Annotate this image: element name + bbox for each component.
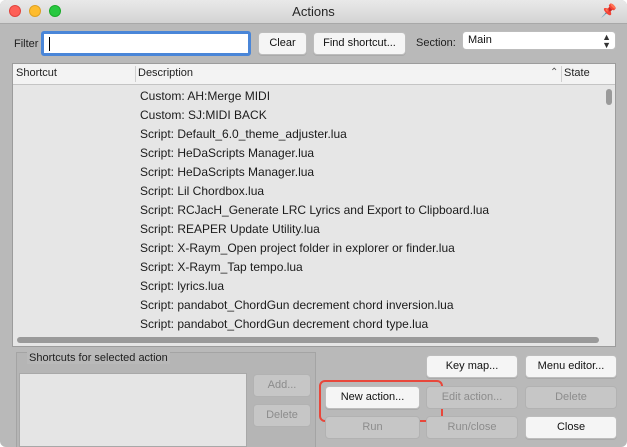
list-item[interactable]: Script: pandabot_ChordGun decrement chor…: [140, 298, 454, 312]
chevron-updown-icon: ▲ ▼: [602, 32, 611, 50]
close-button[interactable]: Close: [525, 416, 617, 439]
text-caret: [49, 37, 50, 51]
vertical-scrollbar[interactable]: [603, 85, 615, 327]
column-divider[interactable]: [135, 66, 136, 82]
list-item[interactable]: Custom: SJ:MIDI BACK: [140, 108, 267, 122]
list-item[interactable]: Script: X-Raym_Open project folder in ex…: [140, 241, 455, 255]
run-close-button[interactable]: Run/close: [426, 416, 518, 439]
menu-editor-button[interactable]: Menu editor...: [525, 355, 617, 378]
column-shortcut[interactable]: Shortcut: [16, 67, 57, 79]
list-item[interactable]: Script: lyrics.lua: [140, 279, 224, 293]
filter-input[interactable]: [41, 31, 251, 56]
section-label: Section:: [416, 37, 456, 49]
column-divider[interactable]: [561, 66, 562, 82]
window-title: Actions: [292, 4, 335, 19]
edit-action-button[interactable]: Edit action...: [426, 386, 518, 409]
actions-window: Actions 📌 Filter Clear Find shortcut... …: [0, 0, 627, 447]
list-item[interactable]: Script: X-Raym_Tap tempo.lua: [140, 260, 303, 274]
column-description[interactable]: Description: [138, 67, 193, 79]
horizontal-scrollbar[interactable]: [13, 334, 615, 346]
title-bar: Actions 📌: [0, 0, 627, 24]
delete-shortcut-button[interactable]: Delete: [253, 404, 311, 427]
find-shortcut-button[interactable]: Find shortcut...: [313, 32, 406, 55]
run-button[interactable]: Run: [325, 416, 420, 439]
clear-button[interactable]: Clear: [258, 32, 307, 55]
section-value: Main: [468, 34, 492, 46]
list-item[interactable]: Script: HeDaScripts Manager.lua: [140, 146, 314, 160]
sort-ascending-icon: ⌃: [550, 67, 559, 78]
key-map-button[interactable]: Key map...: [426, 355, 518, 378]
list-item[interactable]: Custom: AH:Merge MIDI: [140, 89, 270, 103]
delete-action-button[interactable]: Delete: [525, 386, 617, 409]
list-item[interactable]: Script: Lil Chordbox.lua: [140, 184, 264, 198]
list-item[interactable]: Script: pandabot_ChordGun decrement chor…: [140, 317, 428, 331]
section-select[interactable]: Main ▲ ▼: [462, 31, 616, 50]
add-shortcut-button[interactable]: Add...: [253, 374, 311, 397]
list-item[interactable]: Script: HeDaScripts Manager.lua: [140, 165, 314, 179]
list-item[interactable]: Script: REAPER Update Utility.lua: [140, 222, 320, 236]
horizontal-scroll-thumb[interactable]: [17, 337, 599, 343]
vertical-scroll-thumb[interactable]: [606, 89, 612, 105]
actions-list[interactable]: Shortcut Description ⌃ State Custom: AH:…: [12, 63, 616, 347]
list-header: Shortcut Description ⌃ State: [13, 64, 615, 85]
list-item[interactable]: Script: Default_6.0_theme_adjuster.lua: [140, 127, 347, 141]
shortcuts-list[interactable]: [19, 373, 247, 447]
shortcuts-group-label: Shortcuts for selected action: [27, 352, 170, 364]
list-item[interactable]: Script: RCJacH_Generate LRC Lyrics and E…: [140, 203, 489, 217]
column-state[interactable]: State: [564, 67, 590, 79]
pin-icon[interactable]: 📌: [601, 3, 617, 19]
filter-label: Filter: [14, 38, 39, 50]
